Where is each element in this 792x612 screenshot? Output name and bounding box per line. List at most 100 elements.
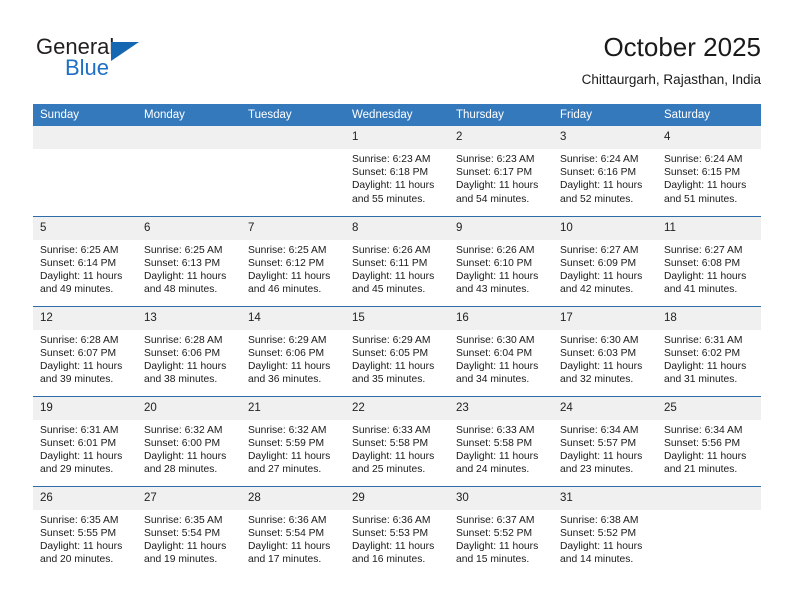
title-block: October 2025 Chittaurgarh, Rajasthan, In… <box>582 30 761 90</box>
calendar-day-cell[interactable]: 12 Sunrise: 6:28 AM Sunset: 6:07 PM Dayligh… <box>33 305 137 396</box>
calendar-week-row: 1 Sunrise: 6:23 AM Sunset: 6:18 PM Daylight… <box>33 126 761 216</box>
calendar-day-cell[interactable]: 4 Sunrise: 6:24 AM Sunset: 6:15 PM Daylight… <box>657 126 761 216</box>
calendar-day-cell[interactable]: 13 Sunrise: 6:28 AM Sunset: 6:06 PM Dayligh… <box>137 305 241 396</box>
sunset-time: Sunset: 6:10 PM <box>456 257 533 269</box>
daylight-duration-line2: and 43 minutes. <box>456 284 530 296</box>
day-sun-info: Sunrise: 6:25 AM Sunset: 6:13 PM Daylight:… <box>137 240 241 297</box>
calendar-day-cell[interactable]: 29 Sunrise: 6:36 AM Sunset: 5:53 PM Dayligh… <box>345 485 449 576</box>
calendar-week-row: 19 Sunrise: 6:31 AM Sunset: 6:01 PM Dayligh… <box>33 395 761 486</box>
sunrise-time: Sunrise: 6:35 AM <box>40 514 119 526</box>
sunrise-time: Sunrise: 6:27 AM <box>664 244 743 256</box>
sunset-time: Sunset: 6:11 PM <box>352 257 428 269</box>
day-number <box>657 486 761 510</box>
daylight-duration-line1: Daylight: 11 hours <box>456 180 539 192</box>
calendar-day-cell[interactable]: 1 Sunrise: 6:23 AM Sunset: 6:18 PM Daylight… <box>345 126 449 216</box>
calendar-day-cell[interactable]: 7 Sunrise: 6:25 AM Sunset: 6:12 PM Daylight… <box>241 215 345 306</box>
calendar-day-cell[interactable]: 26 Sunrise: 6:35 AM Sunset: 5:55 PM Dayligh… <box>33 485 137 576</box>
day-sun-info: Sunrise: 6:30 AM Sunset: 6:04 PM Daylight:… <box>449 330 553 387</box>
page-subtitle-location: Chittaurgarh, Rajasthan, India <box>581 72 761 87</box>
calendar-day-cell[interactable]: 20 Sunrise: 6:32 AM Sunset: 6:00 PM Dayligh… <box>137 395 241 486</box>
calendar-week-row: 5 Sunrise: 6:25 AM Sunset: 6:14 PM Daylight… <box>33 215 761 306</box>
calendar-day-cell[interactable]: 19 Sunrise: 6:31 AM Sunset: 6:01 PM Dayligh… <box>33 395 137 486</box>
sunrise-time: Sunrise: 6:31 AM <box>664 334 743 346</box>
calendar-page: General Blue October 2025 Chittaurgarh, … <box>0 0 792 612</box>
day-sun-info: Sunrise: 6:28 AM Sunset: 6:06 PM Daylight:… <box>137 330 241 387</box>
daylight-duration-line1: Daylight: 11 hours <box>144 450 227 462</box>
day-sun-info: Sunrise: 6:35 AM Sunset: 5:54 PM Daylight:… <box>137 510 241 567</box>
calendar-day-cell[interactable]: 16 Sunrise: 6:30 AM Sunset: 6:04 PM Dayligh… <box>449 305 553 396</box>
calendar-week-row: 12 Sunrise: 6:28 AM Sunset: 6:07 PM Dayligh… <box>33 305 761 396</box>
sunset-time: Sunset: 5:54 PM <box>144 527 221 539</box>
daylight-duration-line1: Daylight: 11 hours <box>248 360 331 372</box>
calendar-day-cell[interactable]: 3 Sunrise: 6:24 AM Sunset: 6:16 PM Daylight… <box>553 126 657 216</box>
daylight-duration-line1: Daylight: 11 hours <box>352 180 435 192</box>
daylight-duration-line1: Daylight: 11 hours <box>144 270 227 282</box>
sunset-time: Sunset: 6:14 PM <box>40 257 117 269</box>
day-number: 8 <box>345 216 449 240</box>
calendar-day-cell[interactable]: 17 Sunrise: 6:30 AM Sunset: 6:03 PM Dayligh… <box>553 305 657 396</box>
calendar-day-cell[interactable]: 31 Sunrise: 6:38 AM Sunset: 5:52 PM Dayligh… <box>553 485 657 576</box>
calendar-day-cell[interactable]: 15 Sunrise: 6:29 AM Sunset: 6:05 PM Dayligh… <box>345 305 449 396</box>
daylight-duration-line2: and 20 minutes. <box>40 554 114 566</box>
calendar-day-cell[interactable]: 5 Sunrise: 6:25 AM Sunset: 6:14 PM Daylight… <box>33 215 137 306</box>
calendar-day-cell[interactable]: 9 Sunrise: 6:26 AM Sunset: 6:10 PM Daylight… <box>449 215 553 306</box>
day-number: 17 <box>553 306 657 330</box>
daylight-duration-line2: and 31 minutes. <box>664 374 738 386</box>
calendar-day-cell[interactable]: 23 Sunrise: 6:33 AM Sunset: 5:58 PM Dayligh… <box>449 395 553 486</box>
sunset-time: Sunset: 6:09 PM <box>560 257 637 269</box>
day-sun-info: Sunrise: 6:27 AM Sunset: 6:09 PM Daylight:… <box>553 240 657 297</box>
calendar-day-cell[interactable]: 18 Sunrise: 6:31 AM Sunset: 6:02 PM Dayligh… <box>657 305 761 396</box>
day-number: 6 <box>137 216 241 240</box>
general-blue-logo[interactable]: General Blue <box>36 35 216 91</box>
calendar-day-cell[interactable]: 27 Sunrise: 6:35 AM Sunset: 5:54 PM Dayligh… <box>137 485 241 576</box>
sunset-time: Sunset: 5:58 PM <box>352 437 429 449</box>
day-sun-info: Sunrise: 6:26 AM Sunset: 6:11 PM Daylight:… <box>345 240 449 297</box>
day-number: 29 <box>345 486 449 510</box>
day-sun-info: Sunrise: 6:27 AM Sunset: 6:08 PM Daylight:… <box>657 240 761 297</box>
sunset-time: Sunset: 6:16 PM <box>560 167 637 179</box>
calendar-day-cell[interactable]: 28 Sunrise: 6:36 AM Sunset: 5:54 PM Dayligh… <box>241 485 345 576</box>
calendar-day-cell-empty <box>241 126 345 216</box>
day-sun-info: Sunrise: 6:29 AM Sunset: 6:06 PM Daylight:… <box>241 330 345 387</box>
sunrise-time: Sunrise: 6:37 AM <box>456 514 535 526</box>
sunrise-time: Sunrise: 6:29 AM <box>352 334 431 346</box>
calendar-day-cell-empty <box>137 126 241 216</box>
calendar-day-cell[interactable]: 21 Sunrise: 6:32 AM Sunset: 5:59 PM Dayligh… <box>241 395 345 486</box>
daylight-duration-line1: Daylight: 11 hours <box>248 450 331 462</box>
sunrise-time: Sunrise: 6:29 AM <box>248 334 327 346</box>
day-sun-info: Sunrise: 6:35 AM Sunset: 5:55 PM Daylight:… <box>33 510 137 567</box>
weekday-header-wednesday: Wednesday <box>345 104 449 126</box>
daylight-duration-line1: Daylight: 11 hours <box>664 180 747 192</box>
calendar-day-cell[interactable]: 14 Sunrise: 6:29 AM Sunset: 6:06 PM Dayligh… <box>241 305 345 396</box>
daylight-duration-line2: and 16 minutes. <box>352 554 426 566</box>
day-sun-info: Sunrise: 6:32 AM Sunset: 6:00 PM Daylight:… <box>137 420 241 477</box>
daylight-duration-line1: Daylight: 11 hours <box>456 540 539 552</box>
day-sun-info: Sunrise: 6:37 AM Sunset: 5:52 PM Daylight:… <box>449 510 553 567</box>
calendar-day-cell-empty <box>33 126 137 216</box>
day-sun-info: Sunrise: 6:33 AM Sunset: 5:58 PM Daylight:… <box>449 420 553 477</box>
calendar-day-cell[interactable]: 25 Sunrise: 6:34 AM Sunset: 5:56 PM Dayligh… <box>657 395 761 486</box>
day-number: 16 <box>449 306 553 330</box>
calendar-day-cell[interactable]: 10 Sunrise: 6:27 AM Sunset: 6:09 PM Dayligh… <box>553 215 657 306</box>
daylight-duration-line1: Daylight: 11 hours <box>248 270 331 282</box>
day-number: 11 <box>657 216 761 240</box>
weekday-header-friday: Friday <box>553 104 657 126</box>
daylight-duration-line1: Daylight: 11 hours <box>40 360 123 372</box>
daylight-duration-line2: and 23 minutes. <box>560 464 634 476</box>
day-number: 13 <box>137 306 241 330</box>
sunrise-time: Sunrise: 6:25 AM <box>248 244 327 256</box>
daylight-duration-line2: and 24 minutes. <box>456 464 530 476</box>
calendar-day-cell[interactable]: 24 Sunrise: 6:34 AM Sunset: 5:57 PM Dayligh… <box>553 395 657 486</box>
daylight-duration-line2: and 17 minutes. <box>248 554 322 566</box>
weekday-header-saturday: Saturday <box>657 104 761 126</box>
daylight-duration-line1: Daylight: 11 hours <box>664 270 747 282</box>
calendar-day-cell[interactable]: 8 Sunrise: 6:26 AM Sunset: 6:11 PM Daylight… <box>345 215 449 306</box>
calendar-day-cell[interactable]: 30 Sunrise: 6:37 AM Sunset: 5:52 PM Dayligh… <box>449 485 553 576</box>
calendar-day-cell[interactable]: 22 Sunrise: 6:33 AM Sunset: 5:58 PM Dayligh… <box>345 395 449 486</box>
calendar-day-cell[interactable]: 2 Sunrise: 6:23 AM Sunset: 6:17 PM Daylight… <box>449 126 553 216</box>
calendar-day-cell[interactable]: 11 Sunrise: 6:27 AM Sunset: 6:08 PM Dayligh… <box>657 215 761 306</box>
day-sun-info: Sunrise: 6:34 AM Sunset: 5:57 PM Daylight:… <box>553 420 657 477</box>
calendar-day-cell[interactable]: 6 Sunrise: 6:25 AM Sunset: 6:13 PM Daylight… <box>137 215 241 306</box>
sunset-time: Sunset: 6:12 PM <box>248 257 325 269</box>
logo-text-blue: Blue <box>65 55 110 80</box>
